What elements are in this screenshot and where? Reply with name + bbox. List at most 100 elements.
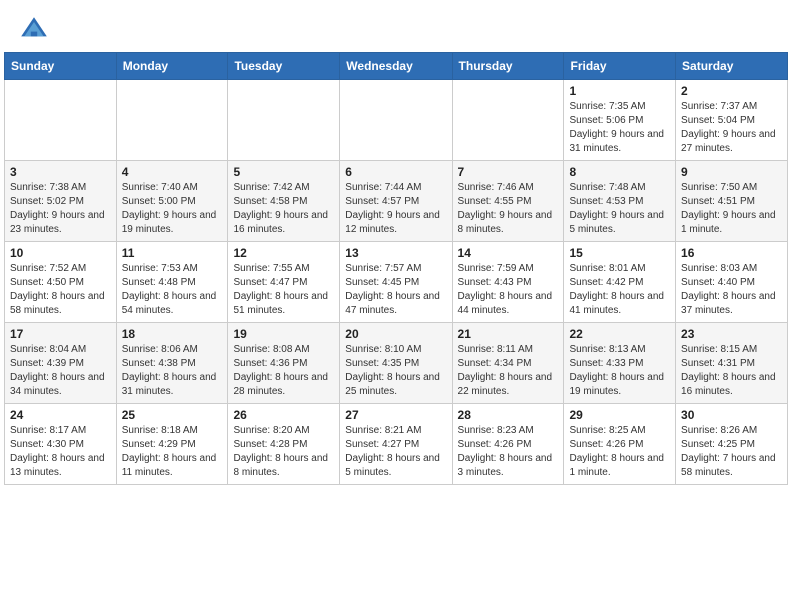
day-detail: Sunrise: 8:11 AM Sunset: 4:34 PM Dayligh… xyxy=(458,343,559,399)
day-number: 17 xyxy=(10,327,111,341)
calendar-cell: 8Sunrise: 7:48 AM Sunset: 4:53 PM Daylig… xyxy=(564,161,676,242)
day-detail: Sunrise: 7:46 AM Sunset: 4:55 PM Dayligh… xyxy=(458,181,559,237)
calendar-cell: 6 Sunrise: 7:44 AM Sunset: 4:57 PM Daylig… xyxy=(340,161,452,242)
day-number: 26 xyxy=(233,408,334,422)
calendar-cell: 11 Sunrise: 7:53 AM Sunset: 4:48 PM Dayli… xyxy=(116,242,228,323)
day-detail: Sunrise: 7:59 AM Sunset: 4:43 PM Dayligh… xyxy=(458,262,559,318)
calendar-cell: 19 Sunrise: 8:08 AM Sunset: 4:36 PM Dayli… xyxy=(228,323,340,404)
weekday-header-thursday: Thursday xyxy=(452,53,564,80)
day-detail: Sunrise: 8:20 AM Sunset: 4:28 PM Dayligh… xyxy=(233,424,334,480)
calendar-cell: 12 Sunrise: 7:55 AM Sunset: 4:47 PM Dayli… xyxy=(228,242,340,323)
weekday-header-tuesday: Tuesday xyxy=(228,53,340,80)
calendar-cell: 17 Sunrise: 8:04 AM Sunset: 4:39 PM Dayli… xyxy=(5,323,117,404)
day-detail: Sunrise: 8:13 AM Sunset: 4:33 PM Dayligh… xyxy=(569,343,670,399)
day-number: 13 xyxy=(345,246,446,260)
calendar-cell: 23 Sunrise: 8:15 AM Sunset: 4:31 PM Dayli… xyxy=(676,323,788,404)
day-number: 5 xyxy=(233,165,334,179)
calendar-cell: 20Sunrise: 8:10 AM Sunset: 4:35 PM Dayli… xyxy=(340,323,452,404)
weekday-header-friday: Friday xyxy=(564,53,676,80)
day-number: 7 xyxy=(458,165,559,179)
day-detail: Sunrise: 8:04 AM Sunset: 4:39 PM Dayligh… xyxy=(10,343,111,399)
day-detail: Sunrise: 8:18 AM Sunset: 4:29 PM Dayligh… xyxy=(122,424,223,480)
day-number: 12 xyxy=(233,246,334,260)
calendar-cell: 30 Sunrise: 8:26 AM Sunset: 4:25 PM Dayli… xyxy=(676,404,788,485)
day-number: 16 xyxy=(681,246,782,260)
calendar-cell: 13 Sunrise: 7:57 AM Sunset: 4:45 PM Dayli… xyxy=(340,242,452,323)
calendar-cell: 9 Sunrise: 7:50 AM Sunset: 4:51 PM Daylig… xyxy=(676,161,788,242)
day-detail: Sunrise: 7:55 AM Sunset: 4:47 PM Dayligh… xyxy=(233,262,334,318)
day-number: 24 xyxy=(10,408,111,422)
day-detail: Sunrise: 8:17 AM Sunset: 4:30 PM Dayligh… xyxy=(10,424,111,480)
calendar-cell: 26 Sunrise: 8:20 AM Sunset: 4:28 PM Dayli… xyxy=(228,404,340,485)
calendar-cell: 3 Sunrise: 7:38 AM Sunset: 5:02 PM Daylig… xyxy=(5,161,117,242)
calendar-cell: 15 Sunrise: 8:01 AM Sunset: 4:42 PM Dayli… xyxy=(564,242,676,323)
day-number: 30 xyxy=(681,408,782,422)
page-header xyxy=(0,0,792,52)
day-detail: Sunrise: 7:57 AM Sunset: 4:45 PM Dayligh… xyxy=(345,262,446,318)
logo-icon xyxy=(18,14,50,46)
day-detail: Sunrise: 8:26 AM Sunset: 4:25 PM Dayligh… xyxy=(681,424,782,480)
calendar-body: 1 Sunrise: 7:35 AM Sunset: 5:06 PM Daylig… xyxy=(5,80,788,485)
day-number: 9 xyxy=(681,165,782,179)
calendar-cell: 5 Sunrise: 7:42 AM Sunset: 4:58 PM Daylig… xyxy=(228,161,340,242)
day-number: 23 xyxy=(681,327,782,341)
day-detail: Sunrise: 8:21 AM Sunset: 4:27 PM Dayligh… xyxy=(345,424,446,480)
day-number: 3 xyxy=(10,165,111,179)
calendar-cell: 18Sunrise: 8:06 AM Sunset: 4:38 PM Dayli… xyxy=(116,323,228,404)
day-number: 6 xyxy=(345,165,446,179)
day-detail: Sunrise: 7:52 AM Sunset: 4:50 PM Dayligh… xyxy=(10,262,111,318)
weekday-header-row: SundayMondayTuesdayWednesdayThursdayFrid… xyxy=(5,53,788,80)
calendar-cell: 28Sunrise: 8:23 AM Sunset: 4:26 PM Dayli… xyxy=(452,404,564,485)
calendar-table: SundayMondayTuesdayWednesdayThursdayFrid… xyxy=(4,52,788,485)
day-detail: Sunrise: 7:53 AM Sunset: 4:48 PM Dayligh… xyxy=(122,262,223,318)
calendar-cell: 22Sunrise: 8:13 AM Sunset: 4:33 PM Dayli… xyxy=(564,323,676,404)
day-detail: Sunrise: 8:03 AM Sunset: 4:40 PM Dayligh… xyxy=(681,262,782,318)
calendar-cell xyxy=(116,80,228,161)
calendar-cell: 10 Sunrise: 7:52 AM Sunset: 4:50 PM Dayli… xyxy=(5,242,117,323)
day-number: 29 xyxy=(569,408,670,422)
week-row-2: 3 Sunrise: 7:38 AM Sunset: 5:02 PM Daylig… xyxy=(5,161,788,242)
day-detail: Sunrise: 8:08 AM Sunset: 4:36 PM Dayligh… xyxy=(233,343,334,399)
day-detail: Sunrise: 8:23 AM Sunset: 4:26 PM Dayligh… xyxy=(458,424,559,480)
calendar-header: SundayMondayTuesdayWednesdayThursdayFrid… xyxy=(5,53,788,80)
day-detail: Sunrise: 7:38 AM Sunset: 5:02 PM Dayligh… xyxy=(10,181,111,237)
day-number: 15 xyxy=(569,246,670,260)
calendar-cell: 16 Sunrise: 8:03 AM Sunset: 4:40 PM Dayli… xyxy=(676,242,788,323)
day-detail: Sunrise: 7:44 AM Sunset: 4:57 PM Dayligh… xyxy=(345,181,446,237)
calendar-cell xyxy=(452,80,564,161)
day-number: 27 xyxy=(345,408,446,422)
day-number: 4 xyxy=(122,165,223,179)
calendar-cell xyxy=(228,80,340,161)
weekday-header-saturday: Saturday xyxy=(676,53,788,80)
day-number: 14 xyxy=(458,246,559,260)
calendar-cell: 21 Sunrise: 8:11 AM Sunset: 4:34 PM Dayli… xyxy=(452,323,564,404)
day-number: 10 xyxy=(10,246,111,260)
day-detail: Sunrise: 8:01 AM Sunset: 4:42 PM Dayligh… xyxy=(569,262,670,318)
day-number: 2 xyxy=(681,84,782,98)
weekday-header-sunday: Sunday xyxy=(5,53,117,80)
day-detail: Sunrise: 8:15 AM Sunset: 4:31 PM Dayligh… xyxy=(681,343,782,399)
calendar-cell: 27 Sunrise: 8:21 AM Sunset: 4:27 PM Dayli… xyxy=(340,404,452,485)
day-detail: Sunrise: 7:37 AM Sunset: 5:04 PM Dayligh… xyxy=(681,100,782,156)
day-number: 11 xyxy=(122,246,223,260)
day-number: 19 xyxy=(233,327,334,341)
calendar-container: SundayMondayTuesdayWednesdayThursdayFrid… xyxy=(0,52,792,489)
day-detail: Sunrise: 7:48 AM Sunset: 4:53 PM Dayligh… xyxy=(569,181,670,237)
week-row-1: 1 Sunrise: 7:35 AM Sunset: 5:06 PM Daylig… xyxy=(5,80,788,161)
week-row-3: 10 Sunrise: 7:52 AM Sunset: 4:50 PM Dayli… xyxy=(5,242,788,323)
day-detail: Sunrise: 7:40 AM Sunset: 5:00 PM Dayligh… xyxy=(122,181,223,237)
calendar-cell xyxy=(5,80,117,161)
day-detail: Sunrise: 8:25 AM Sunset: 4:26 PM Dayligh… xyxy=(569,424,670,480)
day-number: 21 xyxy=(458,327,559,341)
day-detail: Sunrise: 7:42 AM Sunset: 4:58 PM Dayligh… xyxy=(233,181,334,237)
calendar-cell: 1 Sunrise: 7:35 AM Sunset: 5:06 PM Daylig… xyxy=(564,80,676,161)
day-detail: Sunrise: 7:35 AM Sunset: 5:06 PM Dayligh… xyxy=(569,100,670,156)
day-number: 20 xyxy=(345,327,446,341)
calendar-cell: 14 Sunrise: 7:59 AM Sunset: 4:43 PM Dayli… xyxy=(452,242,564,323)
weekday-header-wednesday: Wednesday xyxy=(340,53,452,80)
calendar-cell: 25Sunrise: 8:18 AM Sunset: 4:29 PM Dayli… xyxy=(116,404,228,485)
calendar-cell: 2 Sunrise: 7:37 AM Sunset: 5:04 PM Daylig… xyxy=(676,80,788,161)
day-detail: Sunrise: 7:50 AM Sunset: 4:51 PM Dayligh… xyxy=(681,181,782,237)
day-number: 18 xyxy=(122,327,223,341)
day-number: 1 xyxy=(569,84,670,98)
